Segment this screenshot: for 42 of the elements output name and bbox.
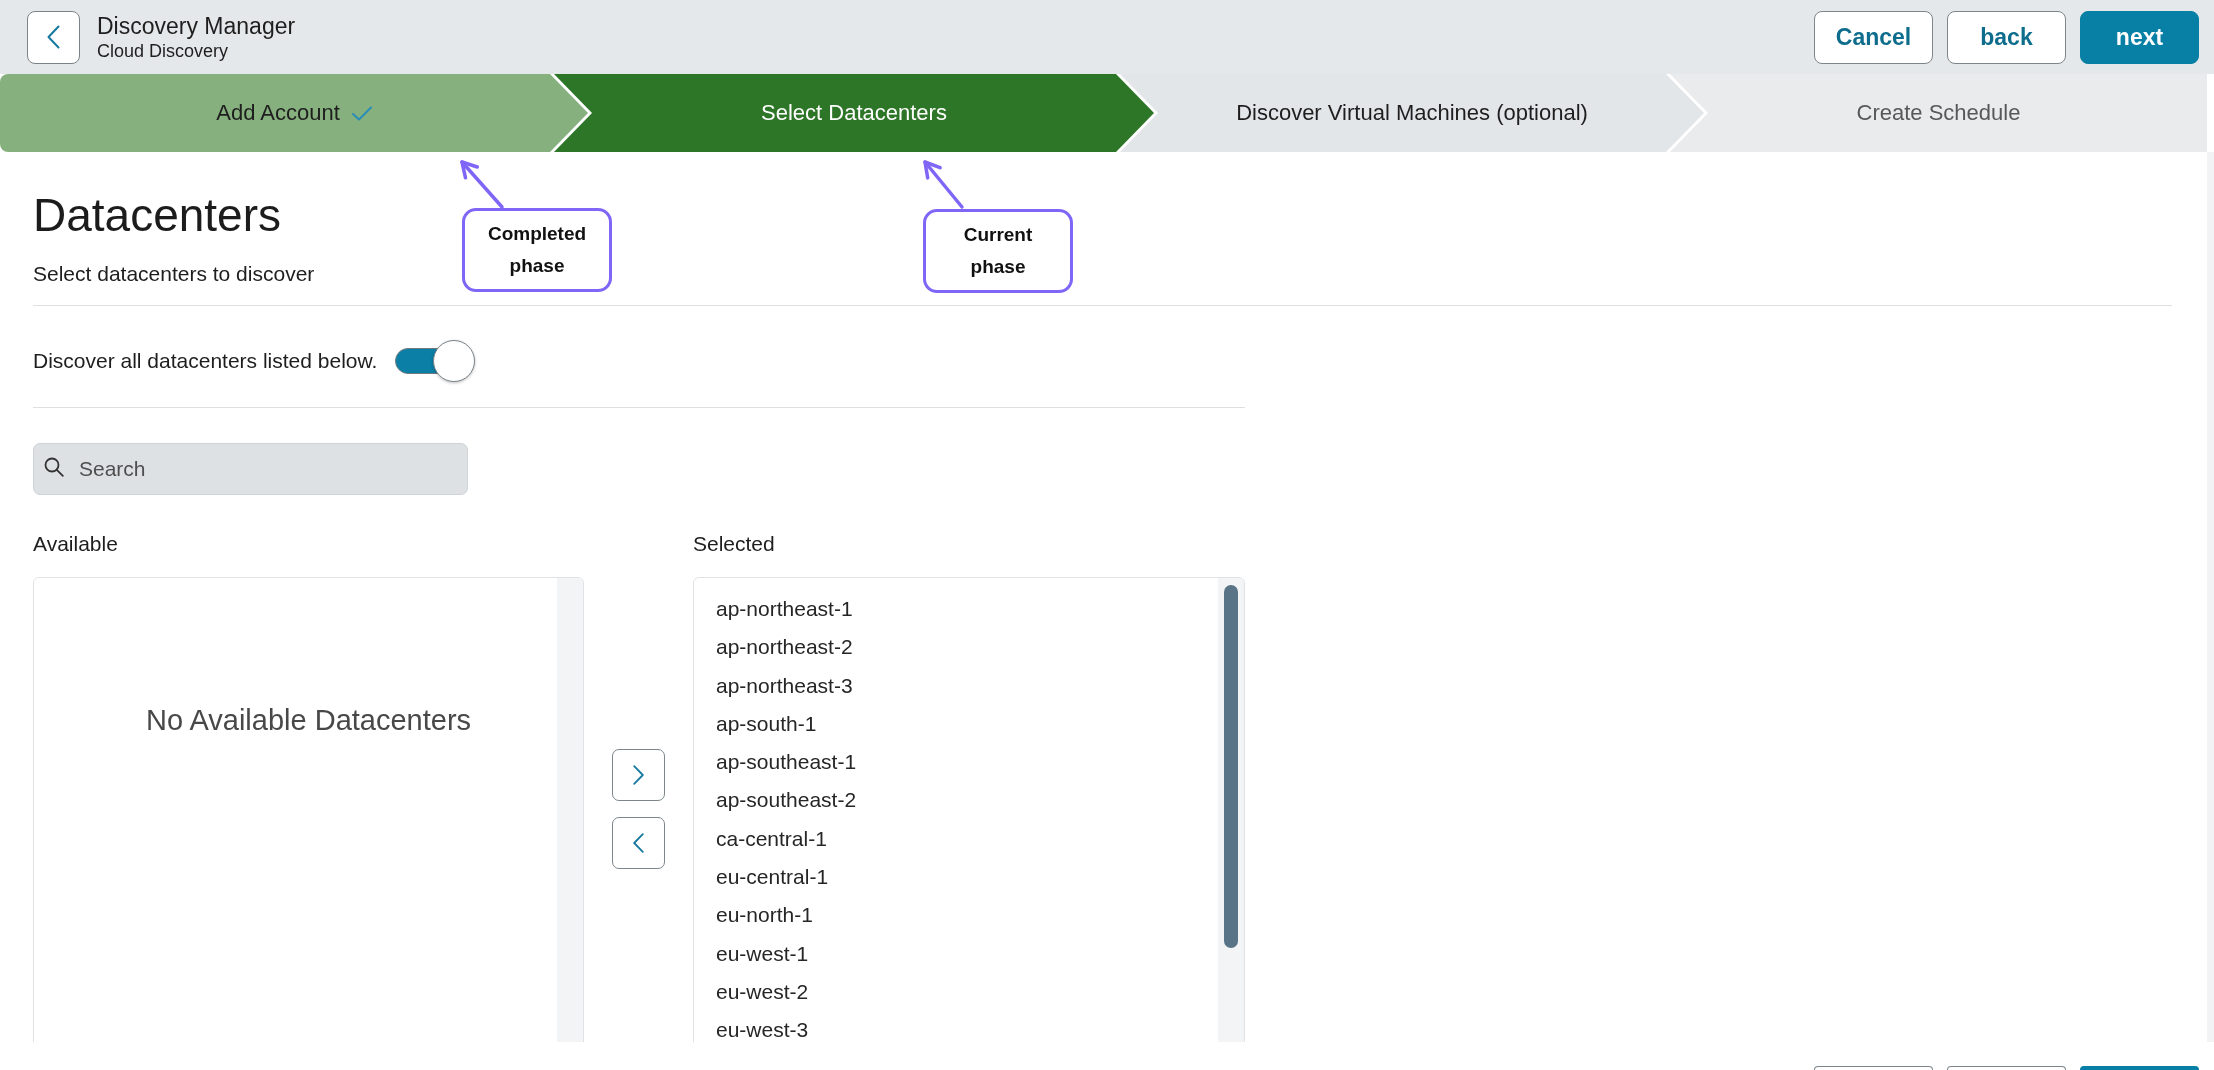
list-label: Selected: [693, 531, 775, 557]
primary-button[interactable]: next: [2080, 10, 2199, 64]
search-icon: [44, 457, 64, 477]
app-subtitle: Cloud Discovery: [97, 40, 230, 62]
outline-button[interactable]: back: [1947, 10, 2066, 64]
step-label: Discover Virtual Machines (optional): [1236, 100, 1588, 126]
annotation-callout: Completed phase: [462, 208, 612, 292]
move-right-button[interactable]: [612, 749, 665, 801]
list-item[interactable]: eu-north-1: [716, 896, 813, 935]
check-icon: [351, 105, 372, 121]
move-left-button[interactable]: [612, 817, 665, 869]
empty-message: No Available Datacenters: [145, 704, 472, 736]
app-title: Discovery Manager: [97, 12, 296, 40]
list-item[interactable]: ca-central-1: [716, 819, 827, 859]
list-item[interactable]: ap-northeast-1: [716, 590, 853, 629]
back-button[interactable]: [27, 10, 80, 64]
list-item[interactable]: eu-west-3: [716, 1011, 809, 1042]
step-label: Create Schedule: [1856, 100, 2021, 126]
outline-button[interactable]: Cancel: [1814, 10, 1933, 64]
list-item[interactable]: ap-northeast-2: [716, 628, 853, 667]
list-label: Available: [33, 531, 118, 557]
footer-button[interactable]: [1814, 1066, 1933, 1070]
list-item[interactable]: eu-central-1: [716, 858, 829, 897]
list-item[interactable]: eu-west-2: [716, 972, 809, 1012]
page-title: Datacenters: [33, 192, 281, 238]
scrollbar-thumb[interactable]: [1224, 585, 1238, 948]
chevron-left-icon: [47, 25, 60, 49]
toggle-switch[interactable]: [395, 340, 476, 382]
toggle-label: Discover all datacenters listed below.: [33, 349, 378, 373]
chevron-left-icon: [633, 833, 644, 853]
step-label: Select Datacenters: [761, 100, 947, 126]
footer-button[interactable]: [1947, 1066, 2066, 1070]
chevron-right-icon: [633, 765, 644, 785]
page-subtitle: Select datacenters to discover: [33, 261, 315, 287]
list-item[interactable]: ap-south-1: [716, 704, 817, 744]
search-field[interactable]: Search: [33, 443, 468, 495]
annotation-callout: Current phase: [923, 209, 1073, 293]
list-item[interactable]: ap-northeast-3: [716, 666, 853, 705]
step-label: Add Account: [216, 100, 340, 126]
list-item[interactable]: ap-southeast-1: [716, 743, 857, 782]
list-item[interactable]: ap-southeast-2: [716, 781, 857, 820]
list-item[interactable]: eu-west-1: [716, 934, 809, 973]
